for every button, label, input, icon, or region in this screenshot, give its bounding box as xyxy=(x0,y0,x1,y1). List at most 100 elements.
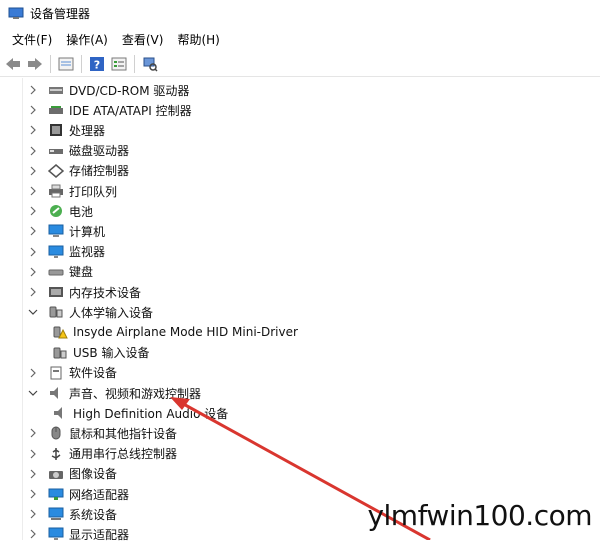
disk-drive-icon xyxy=(48,144,64,158)
network-adapter-icon xyxy=(48,487,64,501)
tree-category[interactable]: 打印队列 xyxy=(28,181,117,201)
chevron-right-icon[interactable] xyxy=(28,186,38,196)
chevron-right-icon[interactable] xyxy=(28,509,38,519)
tree-category[interactable]: 通用串行总线控制器 xyxy=(28,444,177,464)
display-adapter-icon xyxy=(48,527,64,541)
chevron-right-icon[interactable] xyxy=(28,166,38,176)
tree-category[interactable]: 计算机 xyxy=(28,221,105,241)
processor-icon xyxy=(48,123,64,137)
toolbar-separator xyxy=(134,55,135,73)
tree-item-label: 网络适配器 xyxy=(69,487,130,502)
tree-item-label: 打印队列 xyxy=(69,184,118,199)
ide-controller-icon xyxy=(48,103,64,117)
menu-file[interactable]: 文件(F) xyxy=(10,29,54,50)
toolbar-separator xyxy=(50,55,51,73)
chevron-right-icon[interactable] xyxy=(28,449,38,459)
tree-item-label: 监视器 xyxy=(69,245,106,260)
chevron-right-icon[interactable] xyxy=(28,368,38,378)
chevron-right-icon[interactable] xyxy=(28,428,38,438)
speaker-icon xyxy=(48,386,64,400)
chevron-right-icon[interactable] xyxy=(28,267,38,277)
tree-item-label: 人体学输入设备 xyxy=(69,305,154,320)
tree-category[interactable]: 声音、视频和游戏控制器 xyxy=(28,383,201,403)
chevron-right-icon[interactable] xyxy=(28,469,38,479)
back-button[interactable] xyxy=(4,55,22,73)
tree-category[interactable]: 存储控制器 xyxy=(28,161,129,181)
help-icon: ? xyxy=(90,57,104,72)
tree-category[interactable]: 电池 xyxy=(28,201,93,221)
tree-category[interactable]: DVD/CD-ROM 驱动器 xyxy=(28,80,189,100)
menu-view[interactable]: 查看(V) xyxy=(120,29,166,50)
tree-category[interactable]: 网络适配器 xyxy=(28,484,129,504)
chevron-right-icon[interactable] xyxy=(28,125,38,135)
scan-hardware-button[interactable] xyxy=(141,55,159,73)
title-bar: 设备管理器 xyxy=(0,0,600,26)
menu-action[interactable]: 操作(A) xyxy=(64,29,110,50)
tree-category[interactable]: 显示适配器 xyxy=(28,524,129,544)
window-title: 设备管理器 xyxy=(30,6,91,21)
tree-item-label: 存储控制器 xyxy=(69,164,130,179)
chevron-down-icon[interactable] xyxy=(28,307,38,317)
menu-help[interactable]: 帮助(H) xyxy=(175,29,221,50)
forward-arrow-icon xyxy=(28,58,42,70)
tree-item-label: 磁盘驱动器 xyxy=(69,144,130,159)
device-tree: DVD/CD-ROM 驱动器 IDE ATA/ATAPI 控制器 处理器磁盘驱动器存… xyxy=(0,78,600,542)
tree-category[interactable]: IDE ATA/ATAPI 控制器 xyxy=(28,100,192,120)
toolbar-separator xyxy=(81,55,82,73)
tree-item-label: IDE ATA/ATAPI 控制器 xyxy=(69,103,192,118)
tree-item-label: 软件设备 xyxy=(69,366,118,381)
software-device-icon xyxy=(48,366,64,380)
list-view-icon xyxy=(111,57,127,71)
svg-text:?: ? xyxy=(94,59,100,72)
mouse-icon xyxy=(48,426,64,440)
watermark-text: ylmfwin100.com xyxy=(367,499,592,532)
printer-icon xyxy=(48,184,64,198)
menu-bar: 文件(F) 操作(A) 查看(V) 帮助(H) xyxy=(0,28,600,50)
tree-item-label: 通用串行总线控制器 xyxy=(69,447,178,462)
tree-item-label: 系统设备 xyxy=(69,507,118,522)
properties-icon xyxy=(58,57,74,71)
tree-category[interactable]: 人体学输入设备 xyxy=(28,302,153,322)
chevron-down-icon[interactable] xyxy=(28,388,38,398)
chevron-right-icon[interactable] xyxy=(28,226,38,236)
tree-item-label: 处理器 xyxy=(69,123,106,138)
chevron-right-icon[interactable] xyxy=(28,247,38,257)
hid-warning-icon xyxy=(52,325,68,339)
tree-category[interactable]: 处理器 xyxy=(28,120,105,140)
chevron-right-icon[interactable] xyxy=(28,529,38,539)
system-device-icon xyxy=(48,507,64,521)
device-manager-icon xyxy=(8,7,24,19)
properties-view-button[interactable] xyxy=(57,55,75,73)
hid-icon xyxy=(48,305,64,319)
monitor-icon xyxy=(48,245,64,259)
storage-controller-icon xyxy=(48,163,64,178)
tree-category[interactable]: 系统设备 xyxy=(28,504,117,524)
chevron-right-icon[interactable] xyxy=(28,206,38,216)
tree-category[interactable]: 内存技术设备 xyxy=(28,282,141,302)
tree-device[interactable]: High Definition Audio 设备 xyxy=(52,403,228,423)
tree-device[interactable]: Insyde Airplane Mode HID Mini-Driver xyxy=(52,322,298,342)
help-button[interactable]: ? xyxy=(88,55,106,73)
tree-item-label: 计算机 xyxy=(69,224,106,239)
chevron-right-icon[interactable] xyxy=(28,146,38,156)
chevron-right-icon[interactable] xyxy=(28,85,38,95)
keyboard-icon xyxy=(48,265,64,279)
camera-icon xyxy=(48,467,64,481)
tree-category[interactable]: 鼠标和其他指针设备 xyxy=(28,423,177,443)
tree-category[interactable]: 图像设备 xyxy=(28,464,117,484)
tree-category[interactable]: 键盘 xyxy=(28,262,93,282)
chevron-right-icon[interactable] xyxy=(28,105,38,115)
tree-item-label: 显示适配器 xyxy=(69,527,130,542)
battery-icon xyxy=(48,204,64,218)
tree-category[interactable]: 磁盘驱动器 xyxy=(28,141,129,161)
tree-item-label: 图像设备 xyxy=(69,467,118,482)
chevron-right-icon[interactable] xyxy=(28,287,38,297)
chevron-right-icon[interactable] xyxy=(28,489,38,499)
tree-device[interactable]: USB 输入设备 xyxy=(52,343,149,363)
forward-button[interactable] xyxy=(26,55,44,73)
tree-item-label: High Definition Audio 设备 xyxy=(73,406,229,421)
tree-category[interactable]: 监视器 xyxy=(28,242,105,262)
list-view-button[interactable] xyxy=(110,55,128,73)
tree-category[interactable]: 软件设备 xyxy=(28,363,117,383)
tree-item-label: 鼠标和其他指针设备 xyxy=(69,426,178,441)
